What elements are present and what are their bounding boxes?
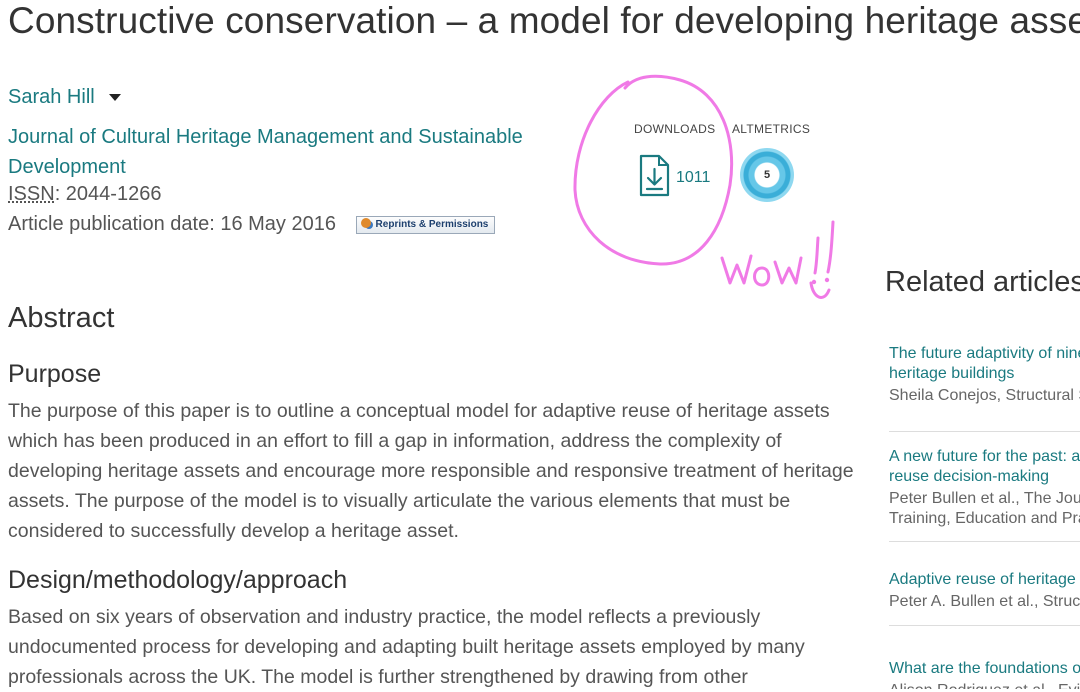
related-divider xyxy=(889,625,1080,626)
related-article-authors: Alison Rodriguez et al., Evid xyxy=(889,681,1080,689)
related-article[interactable]: What are the foundations o Alison Rodrig… xyxy=(889,659,1080,689)
related-article-title[interactable]: What are the foundations o xyxy=(889,659,1080,679)
downloads-count[interactable]: 1011 xyxy=(676,169,710,187)
altmetric-donut-icon[interactable]: 5 xyxy=(740,148,794,202)
related-article-title[interactable]: Adaptive reuse of heritage b xyxy=(889,570,1080,590)
purpose-heading: Purpose xyxy=(8,360,102,388)
related-divider xyxy=(889,541,1080,542)
article-title: Constructive conservation – a model for … xyxy=(8,0,1080,41)
related-divider xyxy=(889,431,1080,432)
related-article-title[interactable]: reuse decision-making xyxy=(889,467,1080,487)
related-article-title[interactable]: heritage buildings xyxy=(889,364,1080,384)
reprints-label: Reprints & Permissions xyxy=(375,218,489,230)
annotation-exclaim-1 xyxy=(813,236,820,275)
reprints-icon xyxy=(360,217,371,228)
reprints-permissions-button[interactable]: Reprints & Permissions xyxy=(355,215,496,234)
related-article-title[interactable]: The future adaptivity of nine xyxy=(889,344,1080,364)
related-article[interactable]: Adaptive reuse of heritage b Peter A. Bu… xyxy=(889,570,1080,612)
journal-link[interactable]: Journal of Cultural Heritage Management … xyxy=(8,122,568,182)
related-article-title[interactable]: A new future for the past: a xyxy=(889,447,1080,467)
issn-value: : 2044-1266 xyxy=(54,183,162,205)
abstract-heading: Abstract xyxy=(8,302,115,334)
purpose-text: The purpose of this paper is to outline … xyxy=(8,400,854,542)
related-article-authors: Peter Bullen et al., The Jour xyxy=(889,490,1080,507)
annotation-w2-stroke xyxy=(773,256,803,285)
annotation-exclaim-2 xyxy=(826,220,835,274)
related-article-authors: Peter A. Bullen et al., Struct xyxy=(889,593,1080,610)
altmetric-score: 5 xyxy=(763,169,771,181)
design-text: Based on six years of observation and in… xyxy=(8,606,805,688)
annotation-smile xyxy=(809,281,831,299)
download-document-icon[interactable] xyxy=(638,154,670,198)
related-article-authors: Training, Education and Pra xyxy=(889,510,1080,527)
publication-date-row: Article publication date: 16 May 2016 Re… xyxy=(8,213,496,236)
related-article[interactable]: A new future for the past: a reuse decis… xyxy=(889,447,1080,529)
publication-date: Article publication date: 16 May 2016 xyxy=(8,213,336,235)
related-articles-heading: Related articles xyxy=(885,266,1080,298)
issn: ISSN: 2044-1266 xyxy=(8,183,161,206)
related-article-authors: Sheila Conejos, Structural S xyxy=(889,387,1080,404)
annotation-w-stroke xyxy=(720,254,753,285)
caret-down-icon[interactable] xyxy=(108,94,121,102)
annotation-dot-2 xyxy=(824,277,830,283)
annotation-dot-1 xyxy=(811,279,817,285)
author-name[interactable]: Sarah Hill xyxy=(8,86,95,108)
author-dropdown[interactable]: Sarah Hill xyxy=(8,86,121,109)
design-heading: Design/methodology/approach xyxy=(8,566,348,594)
related-article[interactable]: The future adaptivity of nine heritage b… xyxy=(889,344,1080,406)
annotation-o-stroke xyxy=(753,266,771,287)
downloads-label: DOWNLOADS xyxy=(634,122,716,136)
altmetrics-label: ALTMETRICS xyxy=(732,122,811,136)
issn-label: ISSN xyxy=(8,183,55,205)
